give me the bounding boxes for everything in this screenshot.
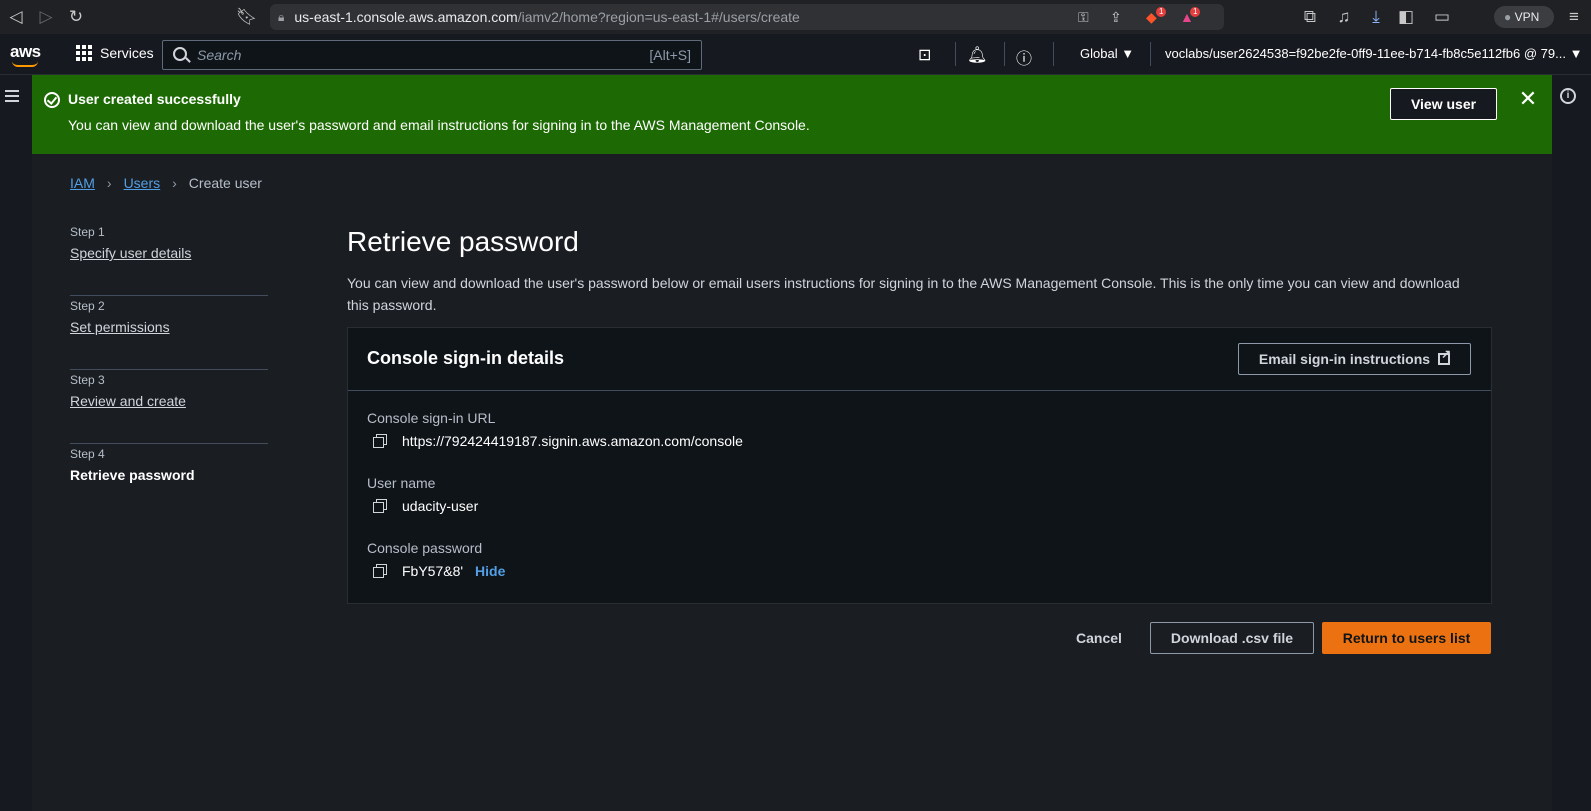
chevron-right-icon: › (172, 175, 177, 191)
step-number: Step 4 (70, 447, 105, 461)
copy-icon[interactable] (373, 434, 387, 448)
grid-icon (76, 45, 92, 61)
step-link-review-and-create[interactable]: Review and create (70, 393, 268, 409)
services-label: Services (100, 45, 154, 61)
username-field: User name udacity-user (367, 475, 478, 514)
username-value: udacity-user (402, 498, 479, 514)
aws-top-nav: aws Services [Alt+S] ⊡ 🔔︎ ⓘ Global ▼ voc… (0, 34, 1591, 75)
step-1: Step 1 Specify user details (70, 222, 268, 296)
breadcrumb-iam[interactable]: IAM (70, 175, 95, 191)
browser-toolbar: ◁ ▷ ↻ 🔖︎ 🔒︎ us-east-1.console.aws.amazon… (0, 0, 1591, 34)
search-input[interactable] (197, 45, 617, 65)
breadcrumb: IAM › Users › Create user (70, 175, 262, 191)
success-flashbar: User created successfully You can view a… (32, 75, 1552, 154)
nav-divider (1004, 42, 1005, 66)
forward-icon[interactable]: ▷ (36, 7, 56, 27)
services-menu[interactable]: Services (76, 45, 154, 61)
share-icon[interactable]: ⇪ (1110, 9, 1122, 26)
search-box[interactable]: [Alt+S] (162, 40, 702, 70)
aws-logo[interactable]: aws (10, 42, 41, 62)
account-menu[interactable]: voclabs/user2624538=f92be2fe-0ff9-11ee-b… (1165, 46, 1582, 61)
step-link-specify-user-details[interactable]: Specify user details (70, 245, 268, 261)
step-4: Step 4 Retrieve password (70, 444, 268, 518)
media-icon[interactable]: ♫ (1334, 7, 1354, 27)
brave-badge: 1 (1156, 7, 1167, 17)
page-title: Retrieve password (347, 226, 579, 257)
field-label: User name (367, 475, 436, 491)
breadcrumb-users[interactable]: Users (124, 175, 161, 191)
info-panel-icon[interactable]: i (1560, 88, 1576, 104)
lock-icon: 🔒︎ (278, 9, 285, 24)
step-link-set-permissions[interactable]: Set permissions (70, 319, 268, 335)
step-3: Step 3 Review and create (70, 370, 268, 444)
field-value-row: https://792424419187.signin.aws.amazon.c… (367, 433, 743, 449)
panel-title: Console sign-in details (367, 348, 565, 368)
sidebar-icon[interactable]: ◧ (1396, 7, 1416, 27)
view-user-button[interactable]: View user (1390, 88, 1497, 120)
page-description: You can view and download the user's pas… (347, 275, 1460, 313)
search-icon (173, 47, 187, 61)
email-button-label: Email sign-in instructions (1258, 351, 1431, 367)
return-to-users-list-button[interactable]: Return to users list (1322, 622, 1491, 654)
panel-header: Console sign-in details Email sign-in in… (348, 328, 1491, 391)
download-csv-button[interactable]: Download .csv file (1150, 622, 1314, 654)
browser-menu-icon[interactable]: ≡ (1564, 7, 1584, 27)
copy-icon[interactable] (373, 564, 387, 578)
main-content: User created successfully You can view a… (32, 75, 1552, 811)
step-number: Step 2 (70, 299, 105, 313)
close-icon[interactable]: ✕ (1518, 88, 1538, 110)
vpn-button[interactable]: ● VPN (1494, 6, 1554, 28)
notifications-icon[interactable]: 🔔︎ (967, 45, 987, 65)
help-icon[interactable]: ⓘ (1016, 45, 1032, 69)
external-link-icon (1438, 347, 1451, 365)
key-icon[interactable]: ⚿ (1078, 9, 1089, 26)
flash-message: You can view and download the user's pas… (68, 117, 810, 133)
bookmark-icon[interactable]: 🔖︎ (236, 7, 258, 27)
rewards-badge: 1 (1190, 7, 1201, 17)
breadcrumb-current: Create user (188, 175, 262, 191)
right-rail: i (1552, 75, 1591, 811)
url-host: us-east-1.console.aws.amazon.com (294, 9, 518, 25)
sign-in-details-panel: Console sign-in details Email sign-in in… (347, 327, 1492, 604)
nav-divider (1150, 42, 1151, 66)
field-value-row: udacity-user (367, 498, 478, 514)
region-selector[interactable]: Global ▼ (1080, 46, 1134, 61)
download-icon[interactable]: ⤓ (1366, 7, 1386, 27)
flash-title: User created successfully (68, 91, 241, 107)
step-number: Step 1 (70, 225, 105, 239)
step-2: Step 2 Set permissions (70, 296, 268, 370)
chevron-right-icon: › (106, 175, 112, 191)
menu-icon[interactable] (5, 90, 19, 102)
nav-divider (1053, 42, 1054, 66)
cancel-button[interactable]: Cancel (1065, 622, 1133, 654)
left-rail (0, 75, 32, 811)
sign-in-url-value: https://792424419187.signin.aws.amazon.c… (402, 433, 743, 449)
vpn-dot-icon: ● (1504, 10, 1512, 24)
wizard-steps: Step 1 Specify user details Step 2 Set p… (70, 222, 268, 518)
search-shortcut: [Alt+S] (649, 47, 691, 63)
step-current-retrieve-password: Retrieve password (70, 467, 195, 483)
email-sign-in-instructions-button[interactable]: Email sign-in instructions (1238, 343, 1471, 375)
hide-password-link[interactable]: Hide (475, 563, 505, 579)
step-number: Step 3 (70, 373, 105, 387)
copy-icon[interactable] (373, 499, 387, 513)
page-header: Retrieve password You can view and downl… (347, 225, 1492, 316)
url-path: /iamv2/home?region=us-east-1#/users/crea… (517, 9, 800, 25)
cloudshell-icon[interactable]: ⊡ (918, 45, 931, 65)
sign-in-url-field: Console sign-in URL https://792424419187… (367, 410, 743, 449)
field-label: Console password (367, 540, 483, 556)
field-value-row: FbY57&8' Hide (367, 563, 505, 579)
back-icon[interactable]: ◁ (6, 7, 26, 27)
reload-icon[interactable]: ↻ (66, 7, 86, 27)
address-bar[interactable]: 🔒︎ us-east-1.console.aws.amazon.com /iam… (270, 4, 1224, 30)
vpn-label: VPN (1514, 10, 1540, 24)
nav-divider (955, 42, 956, 66)
success-check-icon (44, 92, 60, 108)
wallet-icon[interactable]: ▭ (1432, 7, 1452, 27)
extensions-icon[interactable]: ⧉ (1300, 7, 1320, 27)
password-field: Console password FbY57&8' Hide (367, 540, 505, 579)
password-value: FbY57&8' (402, 563, 464, 579)
field-label: Console sign-in URL (367, 410, 496, 426)
aws-smile-icon (12, 61, 38, 67)
